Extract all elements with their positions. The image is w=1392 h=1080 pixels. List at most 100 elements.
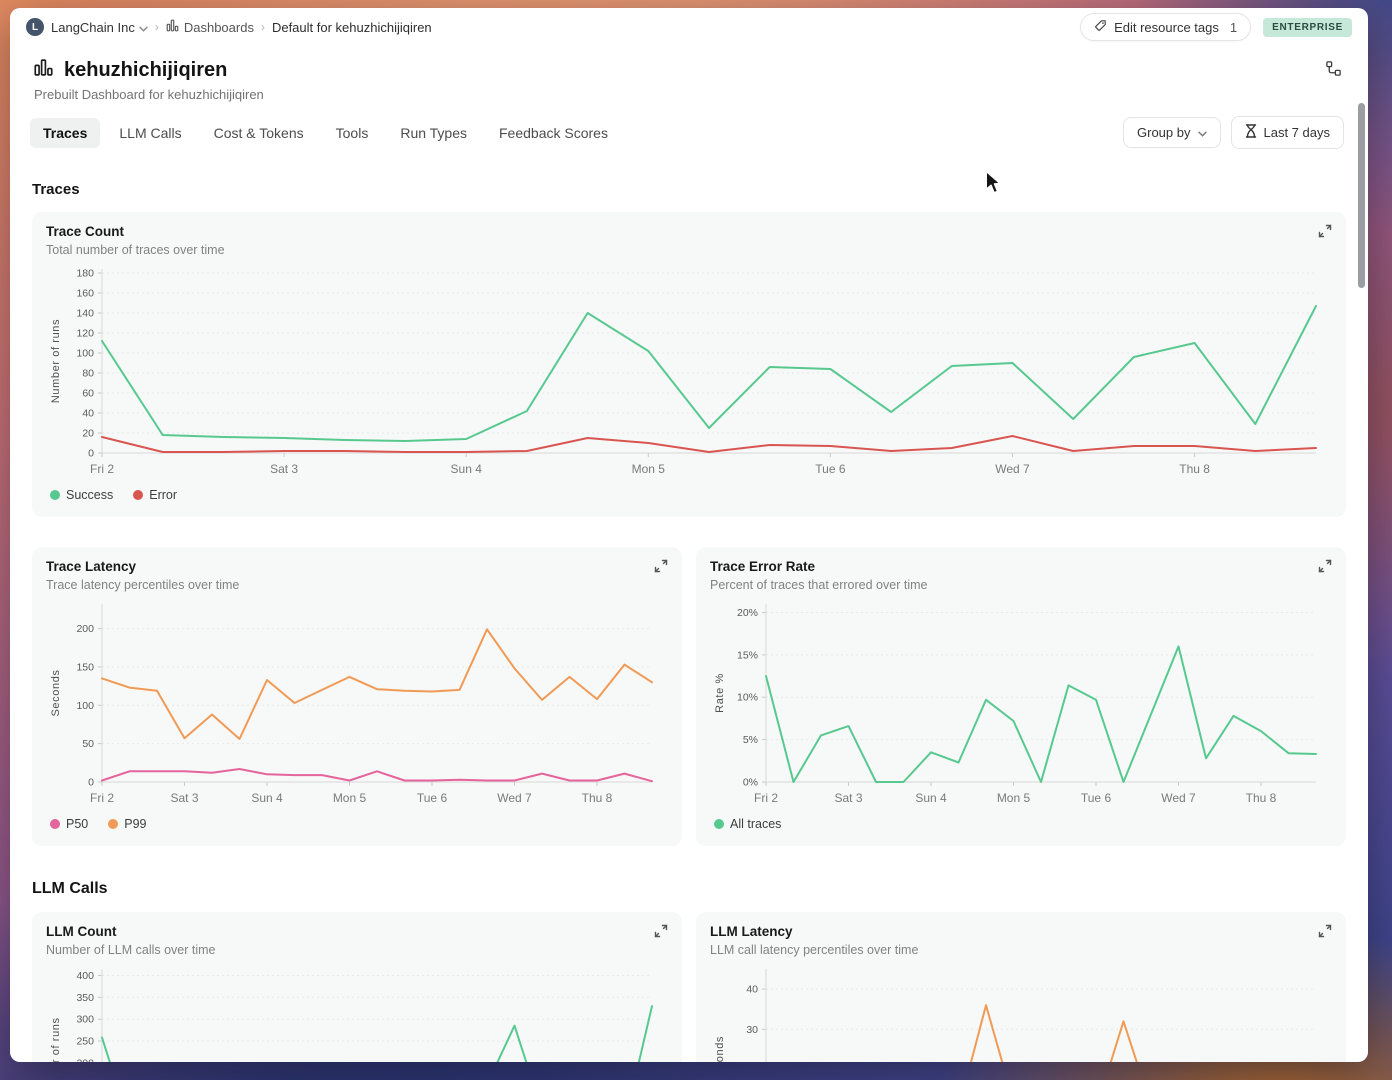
svg-text:Wed 7: Wed 7 bbox=[1161, 791, 1196, 805]
chevron-down-icon bbox=[1197, 125, 1207, 140]
date-range-label: Last 7 days bbox=[1263, 125, 1331, 140]
page-subtitle: Prebuilt Dashboard for kehuzhichijiqiren bbox=[34, 87, 264, 102]
tab-run-types[interactable]: Run Types bbox=[387, 118, 480, 148]
legend-item[interactable]: Success bbox=[50, 488, 113, 502]
svg-text:Sun 4: Sun 4 bbox=[451, 462, 483, 476]
svg-text:300: 300 bbox=[76, 1014, 94, 1026]
card-title: Trace Count bbox=[46, 224, 125, 239]
org-avatar[interactable]: L bbox=[26, 18, 44, 36]
tab-cost-tokens[interactable]: Cost & Tokens bbox=[201, 118, 317, 148]
section-title-traces: Traces bbox=[32, 181, 80, 198]
org-name: LangChain Inc bbox=[51, 19, 135, 35]
legend-item[interactable]: P50 bbox=[50, 817, 88, 831]
legend-label: All traces bbox=[730, 817, 782, 831]
svg-text:20: 20 bbox=[82, 428, 94, 440]
tabs: Traces LLM Calls Cost & Tokens Tools Run… bbox=[30, 117, 621, 148]
expand-icon[interactable] bbox=[1316, 222, 1334, 243]
expand-icon[interactable] bbox=[652, 922, 670, 943]
breadcrumb: L LangChain Inc › Dashboards › Default f… bbox=[26, 18, 432, 36]
tab-traces[interactable]: Traces bbox=[30, 117, 101, 148]
scrollbar-thumb[interactable] bbox=[1358, 103, 1365, 288]
svg-text:350: 350 bbox=[76, 992, 94, 1004]
svg-text:Sun 4: Sun 4 bbox=[915, 791, 947, 805]
svg-text:150: 150 bbox=[76, 661, 94, 673]
tab-feedback-scores[interactable]: Feedback Scores bbox=[486, 118, 621, 148]
svg-text:180: 180 bbox=[76, 268, 94, 280]
page-title: kehuzhichijiqiren bbox=[64, 58, 228, 81]
enterprise-badge: ENTERPRISE bbox=[1263, 17, 1352, 37]
expand-icon[interactable] bbox=[652, 557, 670, 578]
svg-text:250: 250 bbox=[76, 1036, 94, 1048]
trace-count-card: Trace Count Total number of traces over … bbox=[32, 212, 1346, 517]
card-subtitle: Trace latency percentiles over time bbox=[46, 578, 240, 592]
svg-text:0: 0 bbox=[88, 777, 94, 789]
breadcrumb-separator: › bbox=[154, 20, 159, 34]
legend-dot bbox=[714, 819, 724, 829]
expand-icon[interactable] bbox=[1316, 557, 1334, 578]
svg-text:Thu 8: Thu 8 bbox=[1179, 462, 1210, 476]
card-title: LLM Latency bbox=[710, 924, 793, 939]
legend-dot bbox=[133, 490, 144, 500]
svg-text:15%: 15% bbox=[737, 649, 758, 661]
svg-text:Thu 8: Thu 8 bbox=[582, 791, 613, 805]
top-bar: L LangChain Inc › Dashboards › Default f… bbox=[10, 8, 1368, 46]
tab-llm-calls[interactable]: LLM Calls bbox=[106, 118, 194, 148]
svg-text:40: 40 bbox=[746, 984, 758, 996]
card-subtitle: Number of LLM calls over time bbox=[46, 943, 216, 957]
trace-error-rate-chart: 0% 5% 10% 15% 20% Fri 2 Sat 3 Sun 4 Mon 5 Tue 6 We… bbox=[710, 596, 1332, 808]
group-by-button[interactable]: Group by bbox=[1123, 117, 1221, 148]
card-subtitle: Percent of traces that errored over time bbox=[710, 578, 928, 592]
legend-label: P99 bbox=[124, 817, 147, 831]
org-switcher[interactable]: LangChain Inc bbox=[51, 20, 148, 35]
legend-item[interactable]: P99 bbox=[108, 817, 147, 831]
chevron-down-icon bbox=[139, 20, 148, 35]
date-range-button[interactable]: Last 7 days bbox=[1230, 116, 1344, 149]
card-title: Trace Error Rate bbox=[710, 559, 816, 574]
dashboard-content: Traces Trace Count Total number of trace… bbox=[10, 157, 1368, 1062]
breadcrumb-current-page[interactable]: Default for kehuzhichijiqiren bbox=[272, 20, 432, 35]
svg-text:Fri 2: Fri 2 bbox=[90, 462, 114, 476]
edit-resource-tags-button[interactable]: Edit resource tags 1 bbox=[1080, 13, 1252, 41]
svg-text:Tue 6: Tue 6 bbox=[815, 462, 846, 476]
svg-text:40: 40 bbox=[82, 408, 94, 420]
legend-label: Success bbox=[66, 488, 114, 502]
section-title-llm-calls: LLM Calls bbox=[32, 880, 108, 897]
title-left: kehuzhichijiqiren bbox=[34, 58, 227, 82]
legend-dot bbox=[50, 819, 60, 829]
svg-text:0: 0 bbox=[88, 448, 94, 460]
group-by-label: Group by bbox=[1137, 125, 1191, 140]
range-controls: Group by Last 7 days bbox=[1123, 116, 1344, 149]
svg-text:Seconds: Seconds bbox=[714, 1036, 726, 1062]
topbar-right: Edit resource tags 1 ENTERPRISE bbox=[1080, 13, 1352, 41]
traces-row-2: Trace Latency Trace latency percentiles … bbox=[32, 547, 1346, 846]
svg-text:Mon 5: Mon 5 bbox=[632, 462, 666, 476]
svg-text:80: 80 bbox=[82, 368, 94, 380]
expand-icon[interactable] bbox=[1316, 922, 1334, 943]
breadcrumb-dashboards[interactable]: Dashboards bbox=[166, 19, 254, 35]
svg-text:30: 30 bbox=[746, 1024, 758, 1036]
svg-text:Fri 2: Fri 2 bbox=[90, 791, 114, 805]
svg-text:120: 120 bbox=[76, 328, 94, 340]
resource-tags-count-badge: 1 bbox=[1229, 19, 1238, 35]
legend-item[interactable]: All traces bbox=[714, 817, 781, 831]
legend-label: P50 bbox=[66, 817, 89, 831]
trace-error-rate-legend: All traces bbox=[714, 814, 1332, 834]
svg-text:200: 200 bbox=[76, 623, 94, 635]
svg-text:Number of runs: Number of runs bbox=[50, 319, 62, 403]
legend-label: Error bbox=[149, 488, 178, 502]
llm-latency-chart: 010203040Fri 2Sat 3Sun 4Mon 5Tue 6Wed 7T… bbox=[710, 961, 1332, 1062]
svg-text:140: 140 bbox=[76, 308, 94, 320]
llm-row: LLM Count Number of LLM calls over time … bbox=[32, 912, 1346, 1062]
tab-tools[interactable]: Tools bbox=[323, 118, 382, 148]
card-title: Trace Latency bbox=[46, 559, 137, 574]
svg-text:Rate %: Rate % bbox=[714, 673, 726, 713]
llm-count-card: LLM Count Number of LLM calls over time … bbox=[32, 912, 682, 1062]
card-subtitle: Total number of traces over time bbox=[46, 243, 225, 257]
hierarchy-icon-button[interactable] bbox=[1323, 58, 1344, 82]
legend-item[interactable]: Error bbox=[133, 488, 177, 502]
svg-text:Sun 4: Sun 4 bbox=[251, 791, 283, 805]
llm-count-chart: 050100150200250300350400Fri 2Sat 3Sun 4M… bbox=[46, 961, 668, 1062]
trace-error-rate-card: Trace Error Rate Percent of traces that … bbox=[696, 547, 1346, 846]
hierarchy-icon bbox=[1325, 60, 1342, 80]
card-title: LLM Count bbox=[46, 924, 117, 939]
